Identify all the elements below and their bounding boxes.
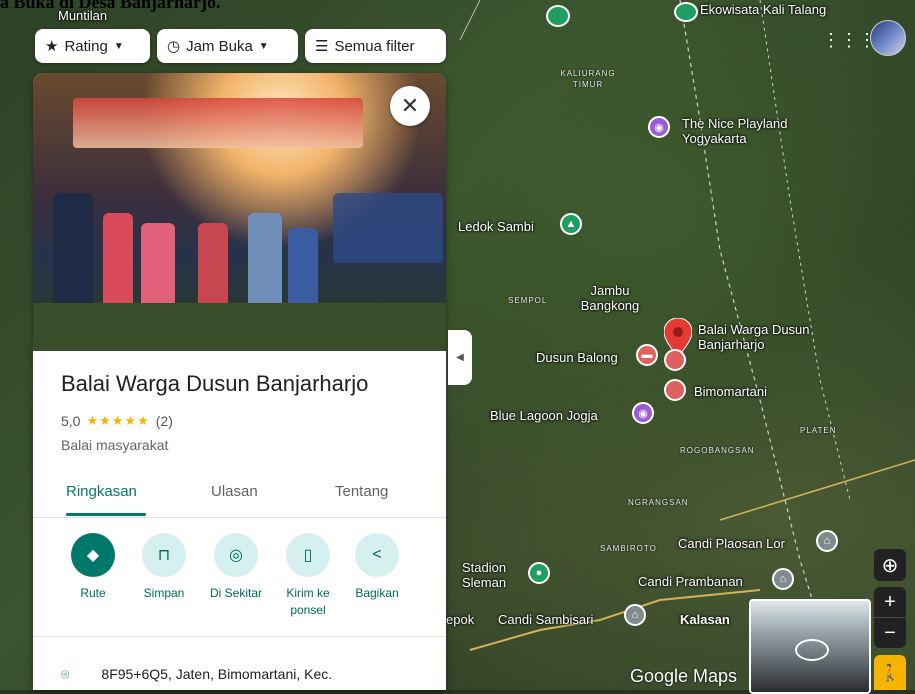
location-pin-icon: ⌾	[61, 666, 70, 682]
tab-ringkasan[interactable]: Ringkasan	[66, 483, 137, 500]
rating-stars-icon: ★★★★★	[86, 413, 150, 428]
apps-grid-icon[interactable]: ⋮⋮⋮	[822, 30, 876, 51]
directions-button[interactable]: ◆ Rute	[58, 533, 128, 602]
filter-label: Semua filter	[334, 37, 415, 55]
map-label-blue-lagoon[interactable]: Blue Lagoon Jogja	[490, 408, 598, 423]
action-label: Di Sekitar	[209, 586, 262, 600]
phone-icon: ▯	[286, 533, 330, 577]
minus-icon: −	[884, 621, 896, 644]
map-label-candi-prambanan[interactable]: Candi Prambanan	[638, 574, 743, 589]
map-pin-icon[interactable]	[546, 5, 570, 27]
temple-icon[interactable]: ⌂	[816, 530, 838, 552]
area-label-rogobangsan: ROGOBANGSAN	[680, 446, 755, 455]
map-label-bimomartani[interactable]: Bimomartani	[694, 384, 767, 399]
star-icon: ★	[45, 38, 59, 55]
pegman-icon[interactable]: 🚶	[874, 655, 906, 690]
map-label-stadion[interactable]: Stadion Sleman	[462, 560, 532, 590]
review-count[interactable]: (2)	[156, 413, 173, 429]
collapse-panel-button[interactable]: ◀	[448, 330, 472, 385]
stadium-icon[interactable]: ●	[528, 562, 550, 584]
park-icon[interactable]: ▲	[560, 213, 582, 235]
action-label: Bagikan	[355, 586, 399, 600]
filter-rating-button[interactable]: ★ Rating ▼	[35, 29, 150, 63]
clock-icon: ◷	[167, 38, 181, 55]
photo-ground	[33, 303, 446, 351]
chevron-down-icon: ▼	[113, 40, 124, 52]
my-location-button[interactable]: ⊕	[874, 549, 906, 581]
all-filters-button[interactable]: ☰ Semua filter	[305, 29, 446, 63]
avatar[interactable]	[870, 20, 906, 56]
nearby-icon: ◎	[214, 533, 258, 577]
photo-tent	[73, 98, 363, 148]
zoom-in-button[interactable]: +	[874, 587, 906, 617]
area-label-ngrangsan: NGRANGSAN	[628, 498, 689, 507]
map-label-dusun-balong[interactable]: Dusun Balong	[536, 350, 618, 365]
zoom-out-button[interactable]: −	[874, 618, 906, 648]
send-to-phone-button[interactable]: ▯ Kirim ke ponsel	[273, 533, 343, 619]
tab-ulasan[interactable]: Ulasan	[211, 483, 258, 500]
divider	[33, 636, 446, 637]
map-pin-icon[interactable]	[674, 2, 698, 22]
filter-hours-button[interactable]: ◷ Jam Buka ▼	[157, 29, 298, 63]
map-label-ekowisata[interactable]: Ekowisata Kali Talang	[700, 2, 826, 17]
map-label-depok: epok	[446, 612, 475, 627]
map-pin-icon[interactable]	[664, 349, 686, 371]
place-tabs: Ringkasan Ulasan Tentang	[33, 475, 446, 518]
action-label: Simpan	[143, 586, 185, 600]
action-label: Kirim ke ponsel	[286, 586, 330, 617]
photo-crowd	[333, 193, 443, 263]
map-label-nice-playland[interactable]: The Nice Playland Yogyakarta	[682, 116, 822, 146]
share-button[interactable]: < Bagikan	[342, 533, 412, 602]
map-label-muntilan[interactable]: Muntilan	[58, 8, 107, 23]
active-tab-indicator	[66, 513, 146, 516]
action-label: Rute	[80, 586, 106, 600]
share-icon: <	[355, 533, 399, 577]
tab-tentang[interactable]: Tentang	[335, 483, 388, 500]
map-label-balai-warga[interactable]: Balai Warga Dusun Banjarharjo	[698, 322, 838, 352]
bookmark-icon: ⊓	[142, 533, 186, 577]
map-label-ledok-sambi[interactable]: Ledok Sambi	[458, 219, 534, 234]
filter-label: Jam Buka	[186, 37, 253, 55]
rating-value: 5,0	[61, 413, 81, 429]
area-label-platen: PLATEN	[800, 426, 837, 435]
lodging-icon[interactable]: ▬	[636, 344, 658, 366]
save-button[interactable]: ⊓ Simpan	[129, 533, 199, 602]
place-title: Balai Warga Dusun Banjarharjo	[61, 371, 369, 396]
chevron-left-icon: ◀	[456, 352, 464, 363]
map-label-candi-sambisari[interactable]: Candi Sambisari	[498, 612, 593, 627]
close-button[interactable]: ✕	[390, 86, 430, 126]
sliders-icon: ☰	[315, 38, 329, 55]
place-category[interactable]: Balai masyarakat	[61, 437, 168, 453]
temple-icon[interactable]: ⌂	[772, 568, 794, 590]
close-icon: ✕	[400, 93, 420, 118]
filter-label: Rating	[64, 37, 108, 55]
crosshair-icon: ⊕	[881, 554, 899, 577]
area-label-sempol: SEMPOL	[508, 296, 548, 305]
address-text: 8F95+6Q5, Jaten, Bimomartani, Kec.	[101, 666, 333, 682]
area-label-kaliurang: KALIURANG TIMUR	[560, 69, 616, 89]
rating-row[interactable]: 5,0 ★★★★★ (2)	[61, 413, 173, 429]
map-label-jambu-bangkong: Jambu Bangkong	[580, 283, 640, 313]
directions-icon: ◆	[71, 533, 115, 577]
nearby-button[interactable]: ◎ Di Sekitar	[201, 533, 271, 602]
rotate-360-icon	[795, 639, 829, 661]
plus-icon: +	[884, 590, 896, 613]
map-label-candi-plaosan[interactable]: Candi Plaosan Lor	[678, 536, 785, 551]
temple-icon[interactable]: ⌂	[624, 604, 646, 626]
map-label-kalasan: Kalasan	[680, 612, 730, 627]
map-pin-icon[interactable]	[664, 379, 686, 401]
action-buttons: ◆ Rute ⊓ Simpan ◎ Di Sekitar ▯ Kirim ke …	[33, 533, 446, 633]
area-label-sambiroto: SAMBIROTO	[600, 544, 657, 553]
page-heading: a Buka di Desa Banjarharjo.	[0, 0, 221, 12]
playground-icon[interactable]: ◉	[648, 116, 670, 138]
street-view-thumbnail[interactable]	[749, 599, 871, 694]
chevron-down-icon: ▼	[258, 40, 269, 52]
attraction-icon[interactable]: ◉	[632, 402, 654, 424]
google-maps-logo: Google Maps	[630, 666, 738, 686]
place-details-panel: ✕ Balai Warga Dusun Banjarharjo 5,0 ★★★★…	[33, 73, 446, 690]
place-photo[interactable]: ✕	[33, 73, 446, 351]
address-row[interactable]: ⌾ 8F95+6Q5, Jaten, Bimomartani, Kec.	[61, 666, 332, 683]
